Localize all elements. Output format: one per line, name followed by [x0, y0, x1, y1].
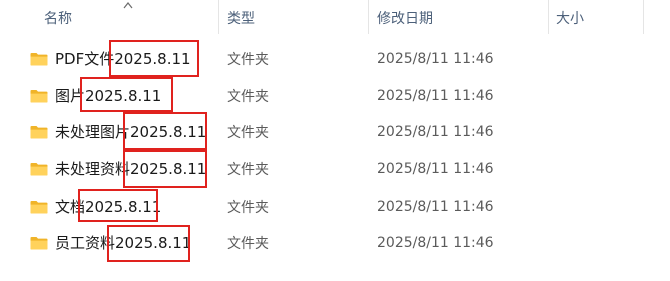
column-divider[interactable]: [643, 0, 644, 34]
column-header-name[interactable]: 名称: [44, 0, 72, 36]
annotation-box: [109, 40, 199, 77]
column-header: 名称 类型 修改日期 大小: [0, 0, 670, 36]
list-item[interactable]: 未处理资料2025.8.11 文件夹 2025/8/11 11:46: [0, 150, 670, 187]
list-item[interactable]: 未处理图片2025.8.11 文件夹 2025/8/11 11:46: [0, 113, 670, 150]
folder-icon: [30, 53, 48, 66]
annotation-box: [80, 77, 173, 112]
list-item[interactable]: PDF文件2025.8.11 文件夹 2025/8/11 11:46: [0, 40, 670, 77]
annotation-box: [107, 225, 190, 262]
file-type: 文件夹: [227, 235, 269, 252]
file-modified-date: 2025/8/11 11:46: [377, 87, 494, 104]
file-type: 文件夹: [227, 161, 269, 178]
file-modified-date: 2025/8/11 11:46: [377, 50, 494, 67]
annotation-box: [123, 148, 207, 188]
file-modified-date: 2025/8/11 11:46: [377, 123, 494, 140]
column-header-size[interactable]: 大小: [556, 0, 584, 36]
file-modified-date: 2025/8/11 11:46: [377, 234, 494, 251]
folder-icon: [30, 126, 48, 139]
file-modified-date: 2025/8/11 11:46: [377, 160, 494, 177]
file-modified-date: 2025/8/11 11:46: [377, 198, 494, 215]
column-divider[interactable]: [368, 0, 369, 34]
column-header-type[interactable]: 类型: [227, 0, 255, 36]
column-header-modified[interactable]: 修改日期: [377, 0, 433, 36]
file-type: 文件夹: [227, 124, 269, 141]
folder-icon: [30, 90, 48, 103]
annotation-box: [78, 189, 158, 222]
folder-icon: [30, 201, 48, 214]
file-type: 文件夹: [227, 88, 269, 105]
column-divider[interactable]: [218, 0, 219, 34]
sort-ascending-icon: [123, 2, 133, 9]
annotation-box: [123, 112, 207, 152]
column-divider[interactable]: [548, 0, 549, 34]
file-type: 文件夹: [227, 199, 269, 216]
file-type: 文件夹: [227, 51, 269, 68]
folder-icon: [30, 237, 48, 250]
list-item[interactable]: 员工资料2025.8.11 文件夹 2025/8/11 11:46: [0, 224, 670, 261]
folder-icon: [30, 163, 48, 176]
